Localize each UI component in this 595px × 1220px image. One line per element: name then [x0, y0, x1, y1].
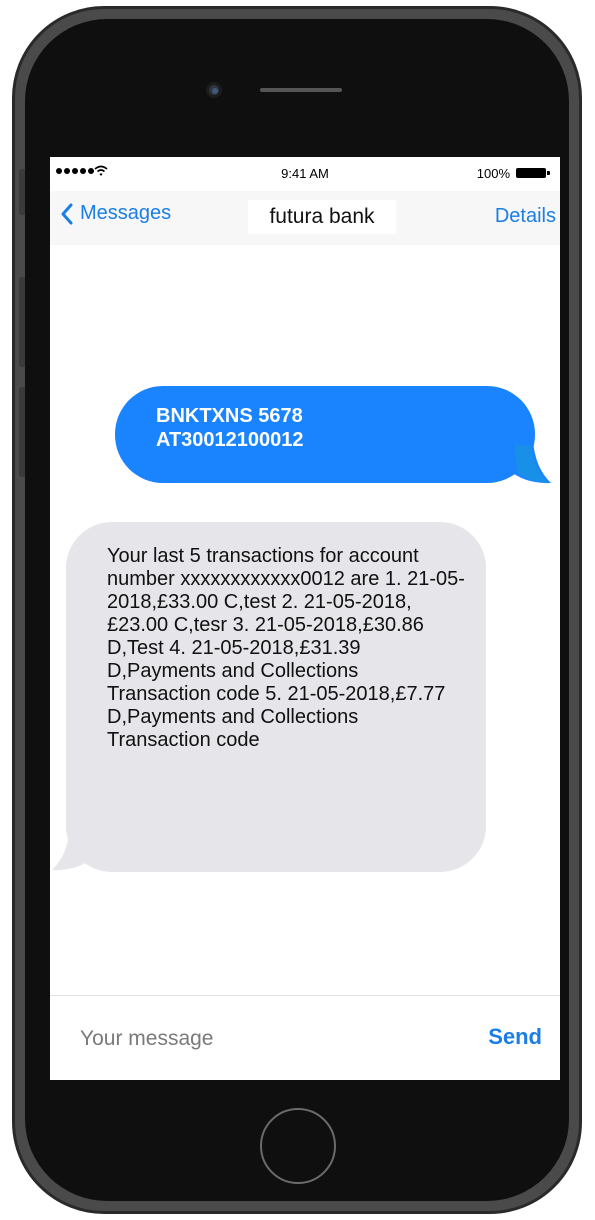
sent-message-line: BNKTXNS 5678 [156, 405, 303, 427]
chevron-left-icon [61, 203, 73, 224]
phone-screen: 9:41 AM 100% Messages futura bank Detail… [50, 157, 560, 1080]
received-message-bubble: Your last 5 transactions for account num… [66, 522, 486, 872]
battery-icon [516, 168, 550, 178]
sent-message-line: AT30012100012 [156, 429, 304, 451]
conversation-title: futura bank [248, 200, 396, 234]
details-button[interactable]: Details [495, 205, 556, 228]
received-bubble-tail [52, 827, 98, 871]
received-message-text: Your last 5 transactions for account num… [107, 545, 465, 751]
status-bar: 9:41 AM 100% [50, 157, 560, 191]
sent-message-bubble: BNKTXNS 5678 AT30012100012 [115, 386, 535, 483]
front-camera-icon [206, 82, 222, 98]
home-button[interactable] [260, 1108, 336, 1184]
battery-percent: 100% [476, 166, 510, 181]
back-button[interactable]: Messages [60, 202, 171, 225]
back-button-label: Messages [80, 202, 172, 224]
nav-bar: Messages futura bank Details [50, 191, 560, 245]
send-button[interactable]: Send [488, 1024, 542, 1050]
composer-divider [50, 995, 560, 996]
message-input[interactable] [80, 1019, 460, 1059]
sent-bubble-tail [505, 440, 551, 484]
earpiece-speaker [260, 88, 342, 92]
